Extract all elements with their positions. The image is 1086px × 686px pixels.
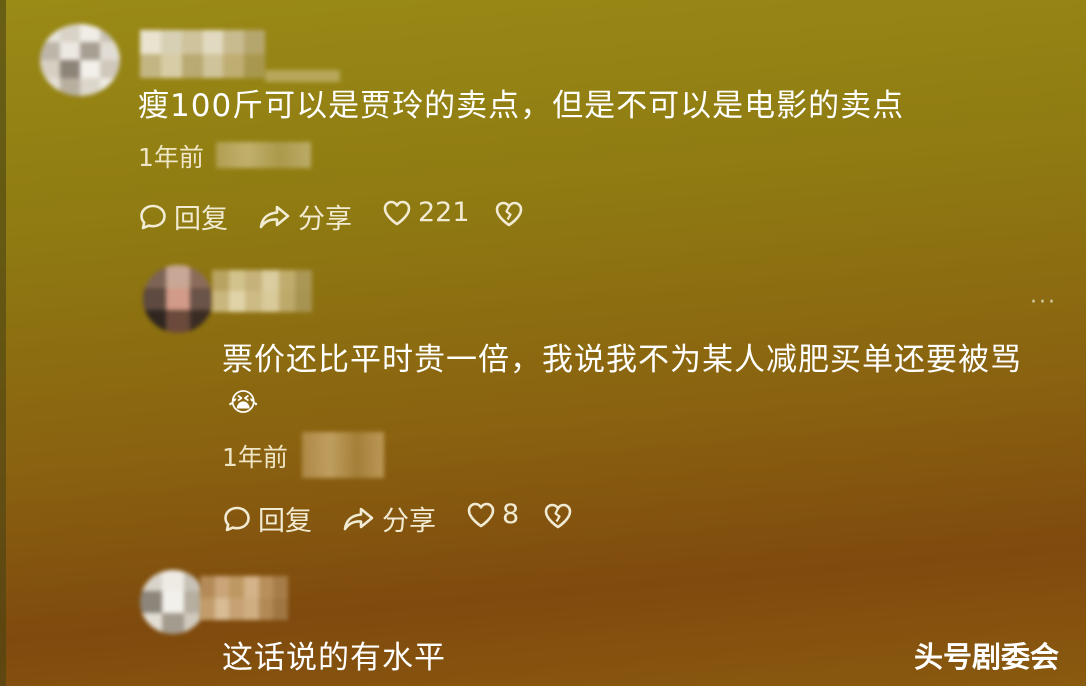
more-options-icon[interactable]: ··· [1030, 290, 1057, 315]
like-count: 8 [502, 499, 520, 530]
avatar[interactable] [40, 24, 120, 96]
share-button[interactable]: 分享 [342, 499, 436, 538]
like-button[interactable]: 221 [382, 197, 470, 228]
comment-bubble-icon [140, 204, 166, 229]
reply-label: 回复 [174, 204, 228, 235]
share-label: 分享 [298, 204, 352, 235]
avatar[interactable] [140, 570, 206, 634]
username-redacted[interactable] [140, 30, 265, 78]
location-redacted [216, 142, 311, 168]
crying-emoji: 😭 [228, 388, 259, 418]
reply-button[interactable]: 回复 [138, 197, 228, 236]
heart-icon [467, 502, 495, 527]
broken-heart-icon [544, 503, 572, 529]
username-redacted[interactable] [200, 576, 288, 620]
dislike-button[interactable] [494, 199, 524, 229]
watermark: 头号剧委会 [914, 640, 1060, 674]
share-button[interactable]: 分享 [258, 197, 352, 236]
share-arrow-icon [259, 205, 290, 228]
comment-time: 1年前 [138, 143, 204, 172]
comment-bubble-icon [224, 506, 250, 531]
dislike-button[interactable] [543, 501, 573, 531]
share-label: 分享 [382, 506, 436, 537]
comment-text: 这话说的有水平 [222, 640, 446, 676]
like-count: 221 [418, 197, 470, 228]
reply-button[interactable]: 回复 [222, 499, 312, 538]
comment-text: 瘦100斤可以是贾玲的卖点，但是不可以是电影的卖点 [138, 88, 905, 124]
window-edge [0, 0, 6, 686]
reply-label: 回复 [258, 506, 312, 537]
location-redacted [302, 432, 384, 478]
avatar[interactable] [143, 265, 213, 333]
comment-time: 1年前 [222, 443, 288, 472]
username-redacted[interactable] [212, 270, 312, 312]
comment-text: 票价还比平时贵一倍，我说我不为某人减肥买单还要被骂 [222, 342, 1022, 378]
share-arrow-icon [343, 507, 374, 530]
broken-heart-icon [495, 201, 523, 227]
heart-icon [383, 200, 411, 225]
like-button[interactable]: 8 [466, 499, 519, 530]
